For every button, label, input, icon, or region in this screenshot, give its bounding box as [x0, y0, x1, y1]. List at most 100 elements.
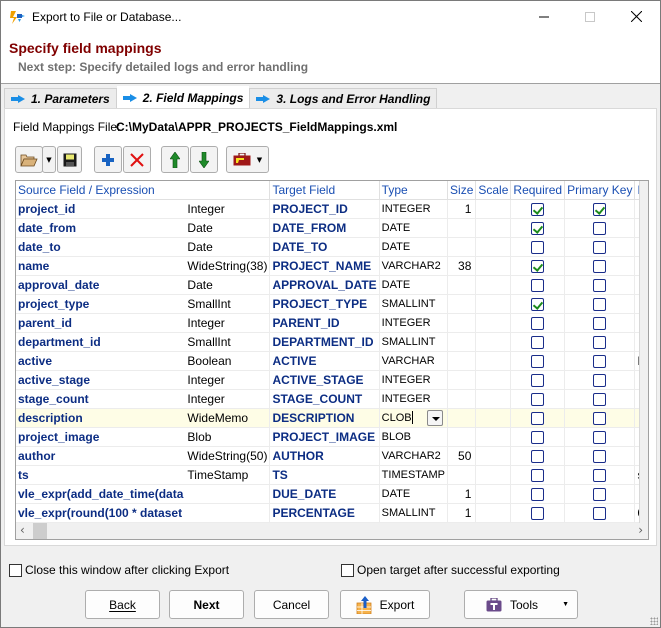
primary-key-checkbox[interactable]	[593, 278, 607, 292]
source-field-cell[interactable]: vle_expr(round(100 * dataset	[16, 503, 186, 523]
primary-key-cell[interactable]	[564, 256, 636, 276]
required-cell[interactable]	[510, 446, 566, 466]
target-field-cell[interactable]: AUTHOR	[269, 446, 380, 466]
size-cell[interactable]: 50	[447, 446, 477, 466]
checkbox-box[interactable]	[341, 563, 354, 577]
type-cell[interactable]: DATE	[379, 275, 449, 295]
open-dropdown-button[interactable]: ▼	[42, 146, 56, 173]
mapping-row[interactable]: tsTimeStampTSTIMESTAMPsysdateTimestamp o…	[16, 465, 648, 485]
source-field-cell[interactable]: date_from	[16, 218, 186, 238]
mapping-row[interactable]: date_toDateDATE_TODATEFinish date	[16, 237, 648, 257]
primary-key-checkbox[interactable]	[593, 354, 607, 368]
mapping-row[interactable]: vle_expr(add_date_time(data DUE_DATE DATE 1	[16, 484, 648, 504]
primary-key-checkbox[interactable]	[593, 373, 607, 387]
move-up-button[interactable]	[161, 146, 189, 173]
mapping-row[interactable]: stage_countIntegerSTAGE_COUNTINTEGERProj…	[16, 389, 648, 409]
primary-key-cell[interactable]	[564, 351, 636, 371]
required-cell[interactable]	[510, 237, 566, 257]
scale-cell[interactable]	[475, 237, 512, 257]
scroll-left-icon[interactable]: ‹	[20, 523, 25, 537]
primary-key-cell[interactable]	[564, 408, 636, 428]
column-header-size[interactable]: Size	[447, 181, 477, 200]
target-field-cell[interactable]: DUE_DATE	[269, 484, 380, 504]
scroll-right-icon[interactable]: ›	[638, 523, 643, 537]
type-dropdown-button[interactable]	[426, 409, 443, 426]
required-checkbox[interactable]	[531, 297, 545, 311]
primary-key-checkbox[interactable]	[593, 221, 607, 235]
type-cell[interactable]: DATE	[379, 237, 449, 257]
mapping-row[interactable]: project_idIntegerPROJECT_IDINTEGER1Uniqu…	[16, 199, 648, 219]
tab-field-mappings[interactable]: 2. Field Mappings	[116, 86, 250, 109]
mapping-row[interactable]: activeBooleanACTIVEVARCHARF	[16, 351, 648, 371]
type-cell[interactable]: TIMESTAMP	[379, 465, 449, 485]
target-field-cell[interactable]: APPROVAL_DATE	[269, 275, 380, 295]
required-checkbox[interactable]	[531, 259, 545, 273]
size-cell[interactable]	[447, 351, 477, 371]
next-button[interactable]: Next	[169, 590, 244, 619]
primary-key-checkbox[interactable]	[593, 202, 607, 216]
mapping-row[interactable]: project_type SmallInt PROJECT_TYPE SMALLINT…	[16, 294, 648, 314]
primary-key-checkbox[interactable]	[593, 316, 607, 330]
required-checkbox[interactable]	[531, 221, 545, 235]
required-cell[interactable]	[510, 503, 566, 523]
scale-cell[interactable]	[475, 370, 512, 390]
scale-cell[interactable]	[475, 294, 512, 314]
tab-parameters[interactable]: 1. Parameters	[4, 88, 117, 109]
source-field-cell[interactable]: project_id	[16, 199, 186, 219]
required-cell[interactable]	[510, 256, 566, 276]
source-field-cell[interactable]: vle_expr(add_date_time(data	[16, 484, 186, 504]
type-cell[interactable]: VARCHAR2	[379, 446, 449, 466]
source-type-cell[interactable]: Integer	[185, 313, 271, 333]
source-type-cell[interactable]: SmallInt	[185, 294, 271, 314]
primary-key-cell[interactable]	[564, 218, 636, 238]
type-cell-editor[interactable]: CLOB	[379, 408, 449, 428]
mapping-row[interactable]: approval_dateDateAPPROVAL_DATEDATEProjec…	[16, 275, 648, 295]
required-cell[interactable]	[510, 389, 566, 409]
primary-key-cell[interactable]	[564, 484, 636, 504]
primary-key-cell[interactable]	[564, 427, 636, 447]
tools-button[interactable]: Tools ▼	[464, 590, 578, 619]
scale-cell[interactable]	[475, 218, 512, 238]
source-field-cell[interactable]: stage_count	[16, 389, 186, 409]
mapping-row[interactable]: active_stageIntegerACTIVE_STAGEINTEGERPr…	[16, 370, 648, 390]
primary-key-cell[interactable]	[564, 446, 636, 466]
source-type-cell[interactable]: Date	[185, 237, 271, 257]
scale-cell[interactable]	[475, 446, 512, 466]
scale-cell[interactable]	[475, 484, 512, 504]
size-cell[interactable]: 1	[447, 199, 477, 219]
source-field-cell[interactable]: approval_date	[16, 275, 186, 295]
minimize-button[interactable]	[521, 1, 567, 32]
maximize-button[interactable]	[567, 1, 613, 32]
primary-key-checkbox[interactable]	[593, 392, 607, 406]
size-cell[interactable]	[447, 427, 477, 447]
primary-key-checkbox[interactable]	[593, 487, 607, 501]
source-field-cell[interactable]: author	[16, 446, 186, 466]
source-field-cell[interactable]: project_type	[16, 294, 186, 314]
horizontal-scrollbar[interactable]: ‹ ›	[16, 523, 648, 539]
source-type-cell[interactable]: WideString(50)	[185, 446, 271, 466]
target-field-cell[interactable]: DATE_TO	[269, 237, 380, 257]
primary-key-checkbox[interactable]	[593, 259, 607, 273]
source-type-cell[interactable]: SmallInt	[185, 332, 271, 352]
target-field-cell[interactable]: STAGE_COUNT	[269, 389, 380, 409]
required-cell[interactable]	[510, 294, 566, 314]
scale-cell[interactable]	[475, 389, 512, 409]
size-cell[interactable]: 38	[447, 256, 477, 276]
size-cell[interactable]	[447, 237, 477, 257]
primary-key-cell[interactable]	[564, 275, 636, 295]
source-type-cell[interactable]: Boolean	[185, 351, 271, 371]
primary-key-checkbox[interactable]	[593, 506, 607, 520]
size-cell[interactable]	[447, 218, 477, 238]
required-checkbox[interactable]	[531, 468, 545, 482]
type-cell[interactable]: SMALLINT	[379, 503, 449, 523]
source-field-cell[interactable]: ts	[16, 465, 186, 485]
required-cell[interactable]	[510, 408, 566, 428]
source-field-cell[interactable]: name	[16, 256, 186, 276]
required-checkbox[interactable]	[531, 240, 545, 254]
type-cell[interactable]: INTEGER	[379, 199, 449, 219]
required-checkbox[interactable]	[531, 487, 545, 501]
type-cell[interactable]: BLOB	[379, 427, 449, 447]
required-cell[interactable]	[510, 351, 566, 371]
field-mappings-grid[interactable]: Source Field / Expression Target Field T…	[15, 180, 649, 540]
target-field-cell[interactable]: DATE_FROM	[269, 218, 380, 238]
